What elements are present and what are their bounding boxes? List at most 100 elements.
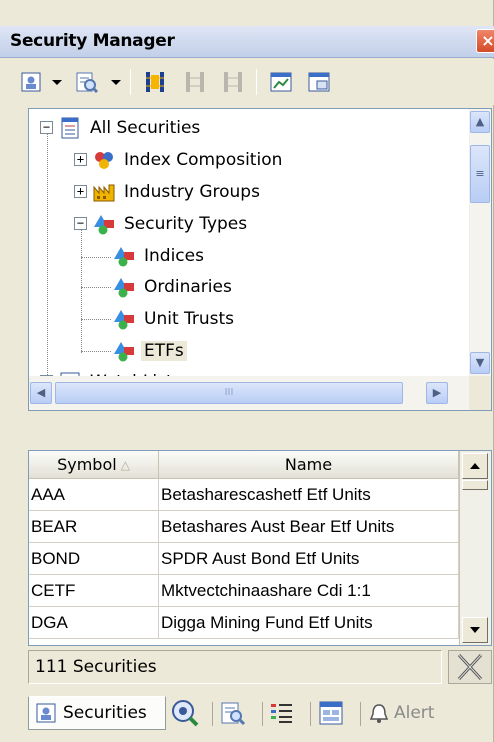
column-header-label: Symbol: [57, 455, 117, 474]
tree-item-index-composition[interactable]: Index Composition: [93, 145, 285, 175]
tab-search-list[interactable]: [220, 696, 254, 730]
tree-label: Industry Groups: [124, 182, 260, 202]
security-list-button[interactable]: [16, 67, 46, 97]
tab-separator: [262, 702, 263, 726]
tree-item-unit-trusts[interactable]: Unit Trusts: [113, 304, 237, 334]
arrow-down-icon: [470, 627, 480, 633]
tree-item-indices[interactable]: Indices: [113, 241, 207, 271]
table-row[interactable]: BEAR Betashares Aust Bear Etf Units: [29, 511, 459, 543]
film-disabled-icon: [224, 72, 242, 92]
close-button[interactable]: ×: [476, 29, 494, 53]
tab-search-eye[interactable]: [170, 696, 206, 730]
scroll-up-button[interactable]: [462, 453, 488, 479]
print-preview-button[interactable]: [304, 67, 334, 97]
search-list-button[interactable]: [72, 67, 102, 97]
column-header-symbol[interactable]: Symbol △: [29, 451, 159, 479]
tree-label: Unit Trusts: [144, 309, 235, 329]
scroll-down-button[interactable]: [462, 617, 488, 643]
window-grid-icon: [319, 701, 343, 725]
search-dropdown-icon[interactable]: [111, 80, 121, 85]
table-row[interactable]: BOND SPDR Aust Bond Etf Units: [29, 543, 459, 575]
tab-separator: [360, 702, 361, 726]
column-header-label: Name: [284, 455, 333, 474]
tree-label: Indices: [144, 246, 204, 266]
film-icon: [146, 72, 164, 92]
scroll-left-button[interactable]: ◀: [30, 382, 52, 404]
tab-separator: [212, 702, 213, 726]
name-cell: SPDR Aust Bond Etf Units: [159, 543, 459, 575]
search-eye-icon: [172, 700, 199, 727]
name-cell: Betasharescashetf Etf Units: [159, 479, 459, 511]
scroll-thumb[interactable]: ≡: [470, 145, 490, 203]
tree-expander-security-types[interactable]: −: [74, 217, 87, 230]
tab-checklist[interactable]: [270, 696, 302, 730]
shapes-icon: [113, 340, 135, 362]
securities-grid[interactable]: Symbol △ Name AAA Betasharescashetf Etf …: [28, 450, 492, 646]
panel-tab-strip: Securities Alert: [28, 690, 494, 742]
table-row[interactable]: AAA Betasharescashetf Etf Units: [29, 479, 459, 511]
tab-securities[interactable]: Securities: [28, 696, 166, 730]
securities-count: 111 Securities: [28, 650, 442, 684]
security-list-icon: [21, 72, 41, 92]
shapes-icon: [113, 308, 135, 330]
tree-expander-industry-groups[interactable]: +: [74, 185, 87, 198]
column-header-name[interactable]: Name: [159, 451, 459, 479]
sort-ascending-icon: △: [120, 457, 130, 472]
name-cell: Betashares Aust Bear Etf Units: [159, 511, 459, 543]
print-preview-icon: [308, 72, 330, 92]
status-bar: 111 Securities: [28, 650, 492, 684]
clear-filter-button[interactable]: [448, 650, 492, 684]
scroll-right-button[interactable]: ▶: [426, 382, 448, 404]
tree-label: Ordinaries: [144, 277, 232, 297]
title-bar[interactable]: Security Manager ×: [0, 26, 494, 58]
table-row[interactable]: CETF Mktvectchinaashare Cdi 1:1: [29, 575, 459, 607]
scroll-thumb[interactable]: [462, 480, 488, 490]
chart-properties-button[interactable]: [266, 67, 296, 97]
tree-item-industry-groups[interactable]: Industry Groups: [93, 177, 263, 207]
security-manager-window: Security Manager × − All Securities + In…: [0, 0, 494, 742]
toolbar-separator: [256, 69, 257, 95]
securities-tab-icon: [36, 703, 56, 723]
security-list-dropdown-icon[interactable]: [52, 80, 62, 85]
film-button[interactable]: [140, 67, 170, 97]
name-cell: Mktvectchinaashare Cdi 1:1: [159, 575, 459, 607]
tree-item-all-securities[interactable]: All Securities: [59, 113, 203, 143]
checklist-icon: [271, 704, 292, 723]
scroll-thumb[interactable]: III: [55, 382, 403, 404]
tree-connector: [81, 257, 111, 258]
tree-label: Index Composition: [124, 150, 283, 170]
grid-vertical-scrollbar[interactable]: [459, 451, 491, 645]
tree-item-etfs[interactable]: ETFs: [113, 336, 187, 366]
factory-icon: [93, 181, 115, 203]
tab-label: Alert: [394, 703, 435, 723]
tree-expander-all-securities[interactable]: −: [40, 121, 53, 134]
film-disabled-icon: [186, 72, 204, 92]
name-cell: Digga Mining Fund Etf Units: [159, 607, 459, 639]
table-row[interactable]: DGA Digga Mining Fund Etf Units: [29, 607, 459, 639]
chart-properties-icon: [270, 72, 292, 92]
tree-connector: [47, 129, 48, 377]
scroll-corner: [469, 376, 491, 410]
tree-vertical-scrollbar[interactable]: ▲ ≡ ▼: [469, 109, 491, 376]
tree-connector: [81, 229, 82, 353]
tree-item-security-types[interactable]: Security Types: [93, 209, 250, 239]
category-tree[interactable]: − All Securities + Index Composition + I…: [28, 108, 492, 411]
shapes-icon: [93, 213, 115, 235]
scroll-up-button[interactable]: ▲: [470, 111, 490, 133]
film-disabled-button[interactable]: [218, 67, 248, 97]
symbol-cell: DGA: [29, 607, 159, 639]
tree-item-ordinaries[interactable]: Ordinaries: [113, 272, 235, 302]
film-disabled-button[interactable]: [180, 67, 210, 97]
symbol-cell: BEAR: [29, 511, 159, 543]
tree-label: Security Types: [124, 214, 248, 234]
tree-label: All Securities: [90, 118, 201, 138]
tree-expander-index-composition[interactable]: +: [74, 153, 87, 166]
toolbar: [0, 59, 494, 105]
shapes-icon: [113, 245, 135, 267]
tab-window-grid[interactable]: [318, 696, 352, 730]
tree-label-selected: ETFs: [141, 341, 187, 361]
tree-connector: [81, 351, 111, 352]
tree-horizontal-scrollbar[interactable]: ◀ III ▶: [29, 376, 470, 410]
tab-alert[interactable]: Alert: [368, 696, 456, 730]
scroll-down-button[interactable]: ▼: [470, 352, 490, 374]
